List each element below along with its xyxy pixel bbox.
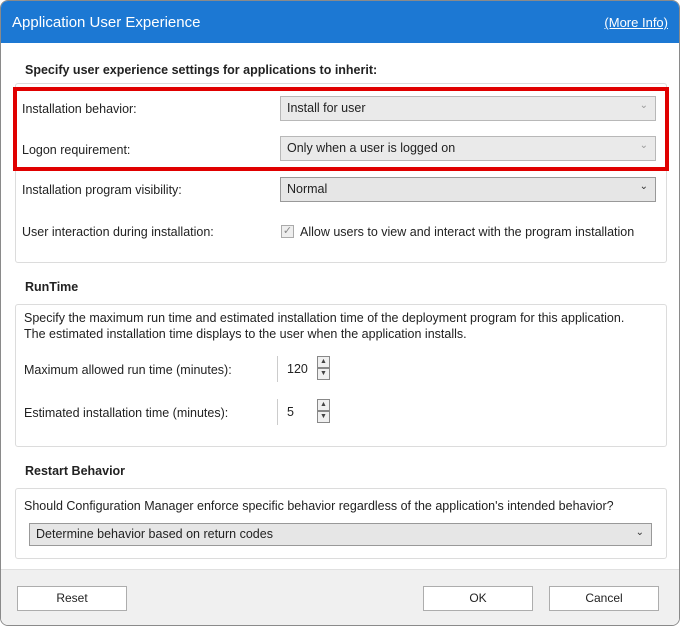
title-bar: Application User Experience (More Info) (1, 1, 679, 43)
max-runtime-label: Maximum allowed run time (minutes): (24, 363, 232, 377)
chevron-down-icon: ⌄ (635, 527, 644, 538)
runtime-heading: RunTime (25, 280, 79, 294)
general-heading: Specify user experience settings for app… (25, 63, 378, 77)
installation-behavior-label: Installation behavior: (22, 102, 137, 116)
spin-up-icon[interactable]: ▲ (317, 399, 330, 411)
chevron-down-icon: ⌄ (639, 140, 648, 151)
chevron-down-icon: ⌄ (639, 181, 648, 192)
allow-interaction-label: Allow users to view and interact with th… (300, 225, 635, 239)
user-interaction-label: User interaction during installation: (22, 225, 214, 239)
allow-interaction-checkbox[interactable]: ✓ (281, 225, 294, 238)
logon-requirement-dropdown[interactable]: Only when a user is logged on ⌄ (280, 136, 656, 161)
ok-button[interactable]: OK (423, 586, 533, 611)
est-install-input[interactable]: 5 (277, 399, 315, 425)
program-visibility-value: Normal (287, 182, 328, 196)
restart-behavior-value: Determine behavior based on return codes (36, 527, 273, 541)
reset-button[interactable]: Reset (17, 586, 127, 611)
runtime-description: Specify the maximum run time and estimat… (24, 311, 625, 341)
spin-up-icon[interactable]: ▲ (317, 356, 330, 368)
footer: Reset OK Cancel (1, 569, 679, 625)
restart-behavior-dropdown[interactable]: Determine behavior based on return codes… (29, 523, 652, 546)
program-visibility-dropdown[interactable]: Normal ⌄ (280, 177, 656, 202)
max-runtime-input[interactable]: 120 (277, 356, 315, 382)
logon-requirement-value: Only when a user is logged on (287, 141, 456, 155)
dialog-window: Application User Experience (More Info) … (0, 0, 680, 626)
chevron-down-icon: ⌄ (639, 100, 648, 111)
logon-requirement-label: Logon requirement: (22, 143, 131, 157)
dialog-title: Application User Experience (12, 14, 201, 31)
check-icon: ✓ (282, 225, 293, 237)
installation-behavior-dropdown[interactable]: Install for user ⌄ (280, 96, 656, 121)
restart-heading: Restart Behavior (25, 464, 126, 478)
program-visibility-label: Installation program visibility: (22, 183, 182, 197)
more-info-link[interactable]: (More Info) (604, 15, 668, 30)
est-install-label: Estimated installation time (minutes): (24, 406, 229, 420)
est-install-spinner: 5 ▲ ▼ (277, 399, 331, 425)
max-runtime-spinner: 120 ▲ ▼ (277, 356, 331, 382)
cancel-button[interactable]: Cancel (549, 586, 659, 611)
installation-behavior-value: Install for user (287, 101, 366, 115)
restart-question: Should Configuration Manager enforce spe… (24, 499, 614, 513)
spin-down-icon[interactable]: ▼ (317, 368, 330, 380)
spin-down-icon[interactable]: ▼ (317, 411, 330, 423)
